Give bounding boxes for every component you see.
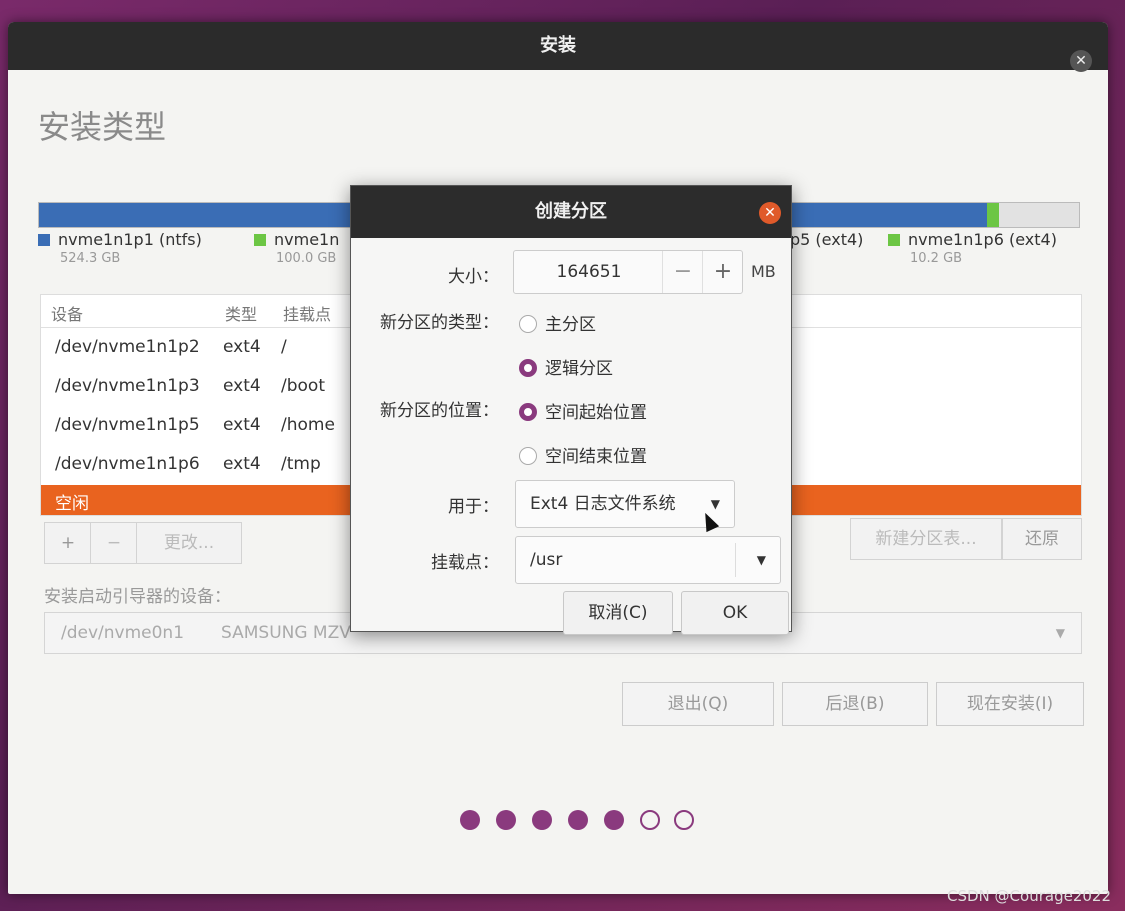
mount-point-label: 挂载点： [431, 553, 499, 573]
watermark: CSDN @Courage2022 [947, 887, 1111, 905]
install-now-button[interactable]: 现在安装(I) [936, 682, 1084, 726]
progress-dot [496, 810, 516, 830]
add-partition-button[interactable]: + [44, 522, 92, 564]
page-title: 安装类型 [38, 108, 167, 146]
bootloader-model: SAMSUNG MZV [221, 623, 351, 643]
size-label: 大小： [448, 267, 499, 287]
header-type: 类型 [225, 305, 258, 324]
legend-label: nvme1n [274, 230, 340, 249]
new-partition-table-button[interactable]: 新建分区表... [850, 518, 1002, 560]
row-mount: / [281, 337, 287, 357]
bootloader-label: 安装启动引导器的设备： [44, 587, 231, 607]
radio-button-selected-icon [519, 403, 537, 421]
back-button[interactable]: 后退(B) [782, 682, 928, 726]
cancel-button[interactable]: 取消(C) [563, 591, 673, 635]
radio-end-label: 空间结束位置 [545, 447, 647, 467]
radio-primary-label: 主分区 [545, 315, 596, 335]
row-device: /dev/nvme1n1p5 [55, 415, 200, 435]
row-type: ext4 [223, 454, 261, 474]
radio-location-begin[interactable]: 空间起始位置 [519, 398, 647, 423]
legend-swatch [38, 234, 50, 246]
change-partition-button[interactable]: 更改... [136, 522, 242, 564]
row-device: /dev/nvme1n1p3 [55, 376, 200, 396]
combo-divider [735, 543, 736, 577]
radio-location-end[interactable]: 空间结束位置 [519, 442, 647, 467]
radio-begin-label: 空间起始位置 [545, 403, 647, 423]
legend-label: nvme1n1p6 (ext4) [908, 230, 1057, 249]
close-icon[interactable]: ✕ [1070, 50, 1092, 72]
radio-primary[interactable]: 主分区 [519, 310, 596, 335]
partition-type-label: 新分区的类型： [380, 313, 499, 333]
ok-button[interactable]: OK [681, 591, 789, 635]
row-mount: /tmp [281, 454, 321, 474]
legend-swatch [888, 234, 900, 246]
legend-size: 524.3 GB [60, 251, 121, 266]
legend-label: nvme1n1p1 (ntfs) [58, 230, 202, 249]
disk-segment-free [999, 203, 1079, 227]
use-as-label: 用于： [448, 497, 499, 517]
header-mount: 挂载点 [283, 305, 332, 324]
legend-item-p2: nvme1n 100.0 GB [254, 230, 339, 266]
progress-dot [460, 810, 480, 830]
quit-button[interactable]: 退出(Q) [622, 682, 774, 726]
dialog-title: 创建分区 [351, 186, 791, 238]
mount-point-combo[interactable]: /usr ▼ [515, 536, 781, 584]
legend-label: p5 (ext4) [790, 230, 864, 249]
decrement-button[interactable]: − [662, 251, 703, 293]
progress-dot [532, 810, 552, 830]
legend-swatch [254, 234, 266, 246]
radio-button-selected-icon [519, 359, 537, 377]
row-device: /dev/nvme1n1p6 [55, 454, 200, 474]
close-icon[interactable]: ✕ [759, 202, 781, 224]
revert-button[interactable]: 还原 [1002, 518, 1082, 560]
progress-dot [568, 810, 588, 830]
radio-button-icon [519, 315, 537, 333]
row-type: ext4 [223, 337, 261, 357]
row-mount: /boot [281, 376, 325, 396]
row-free-label: 空闲 [55, 494, 89, 514]
legend-item-p5: p5 (ext4) [790, 230, 863, 249]
legend-size: 100.0 GB [276, 251, 337, 266]
row-mount: /home [281, 415, 335, 435]
disk-segment-p6 [987, 203, 999, 227]
chevron-down-icon[interactable]: ▼ [757, 537, 766, 583]
radio-logical-label: 逻辑分区 [545, 359, 613, 379]
legend-size: 10.2 GB [910, 251, 963, 266]
progress-dot [604, 810, 624, 830]
window-title: 安装 [8, 22, 1108, 70]
size-input[interactable]: 164651 [514, 251, 664, 293]
progress-dot [674, 810, 694, 830]
radio-button-icon [519, 447, 537, 465]
legend-item-p6: nvme1n1p6 (ext4) 10.2 GB [888, 230, 1057, 266]
header-device: 设备 [51, 305, 84, 324]
row-type: ext4 [223, 415, 261, 435]
create-partition-dialog: 创建分区 ✕ 大小： 164651 − + MB 新分区的类型： 主分区 逻辑分… [350, 185, 792, 635]
row-device: /dev/nvme1n1p2 [55, 337, 200, 357]
chevron-down-icon: ▼ [1055, 626, 1065, 640]
mount-point-value[interactable]: /usr [530, 537, 562, 583]
size-stepper[interactable]: 164651 − + [513, 250, 743, 294]
bootloader-device: /dev/nvme0n1 [61, 623, 185, 643]
increment-button[interactable]: + [702, 251, 743, 293]
progress-dot [640, 810, 660, 830]
filesystem-value: Ext4 日志文件系统 [530, 494, 676, 514]
row-type: ext4 [223, 376, 261, 396]
radio-logical[interactable]: 逻辑分区 [519, 354, 613, 379]
size-unit: MB [751, 262, 776, 281]
legend-item-p1: nvme1n1p1 (ntfs) 524.3 GB [38, 230, 202, 266]
location-label: 新分区的位置： [380, 401, 499, 421]
remove-partition-button[interactable]: − [90, 522, 138, 564]
